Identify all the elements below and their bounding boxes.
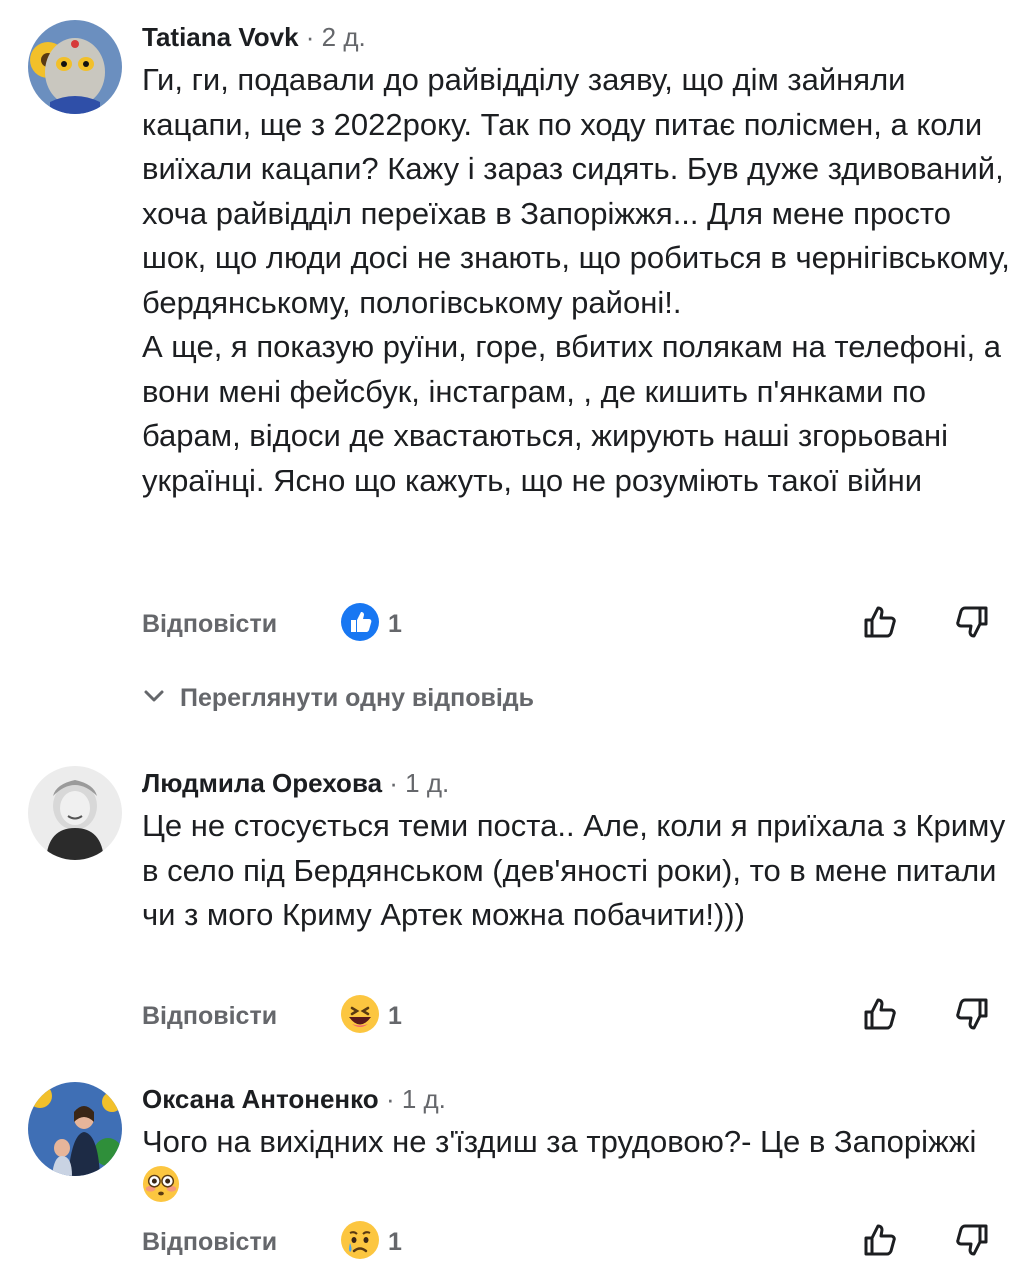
comment-text: Це не стосується теми поста.. Але, коли … bbox=[142, 804, 1012, 938]
comment-header: Людмила Орехова · 1 д. bbox=[142, 768, 449, 798]
thumbs-up-icon[interactable] bbox=[860, 994, 900, 1034]
comment-time: · 1 д. bbox=[385, 1084, 446, 1114]
reply-button[interactable]: Відповісти bbox=[142, 1228, 277, 1257]
reaction-count: 1 bbox=[388, 1228, 402, 1256]
comment-text: Чого на вихідних не з'їздиш за трудовою?… bbox=[142, 1120, 1012, 1209]
comment-text: Ги, ги, подавали до райвідділу заяву, що… bbox=[142, 58, 1012, 503]
comment-paragraph: А ще, я показую руїни, горе, вбитих поля… bbox=[142, 329, 1001, 498]
comment-time: · 2 д. bbox=[305, 22, 366, 52]
comment-header: Tatiana Vovk · 2 д. bbox=[142, 22, 366, 52]
avatar[interactable] bbox=[28, 1082, 122, 1176]
author-name[interactable]: Оксана Антоненко bbox=[142, 1084, 379, 1114]
flushed-face-emoji-icon bbox=[142, 1165, 180, 1203]
haha-reaction-icon[interactable] bbox=[340, 994, 380, 1034]
reply-button[interactable]: Відповісти bbox=[142, 610, 277, 639]
comment-actions: Відповісти 1 bbox=[142, 603, 1002, 646]
comment-paragraph-text: Чого на вихідних не з'їздиш за трудовою?… bbox=[142, 1124, 977, 1159]
comment-paragraph: Це не стосується теми поста.. Але, коли … bbox=[142, 808, 1006, 932]
comment-paragraph: Ги, ги, подавали до райвідділу заяву, що… bbox=[142, 62, 1010, 320]
chevron-down-icon bbox=[142, 684, 166, 708]
thumbs-down-icon[interactable] bbox=[952, 994, 992, 1034]
comment-actions: Відповісти 1 bbox=[142, 1221, 1002, 1264]
avatar[interactable] bbox=[28, 20, 122, 114]
thumbs-down-icon[interactable] bbox=[952, 1220, 992, 1260]
comment-time: · 1 д. bbox=[389, 768, 450, 798]
reaction-count: 1 bbox=[388, 1002, 402, 1030]
reply-button[interactable]: Відповісти bbox=[142, 1002, 277, 1031]
like-reaction-icon[interactable] bbox=[340, 602, 380, 642]
comment-paragraph: Чого на вихідних не з'їздиш за трудовою?… bbox=[142, 1120, 1012, 1209]
thumbs-up-icon[interactable] bbox=[860, 1220, 900, 1260]
comment-actions: Відповісти 1 bbox=[142, 995, 1002, 1038]
comment-header: Оксана Антоненко · 1 д. bbox=[142, 1084, 446, 1114]
thumbs-down-icon[interactable] bbox=[952, 602, 992, 642]
sad-reaction-icon[interactable] bbox=[340, 1220, 380, 1260]
avatar[interactable] bbox=[28, 766, 122, 860]
author-name[interactable]: Tatiana Vovk bbox=[142, 22, 299, 52]
view-replies-label: Переглянути одну відповідь bbox=[180, 684, 535, 712]
author-name[interactable]: Людмила Орехова bbox=[142, 768, 382, 798]
thumbs-up-icon[interactable] bbox=[860, 602, 900, 642]
reaction-count: 1 bbox=[388, 610, 402, 638]
